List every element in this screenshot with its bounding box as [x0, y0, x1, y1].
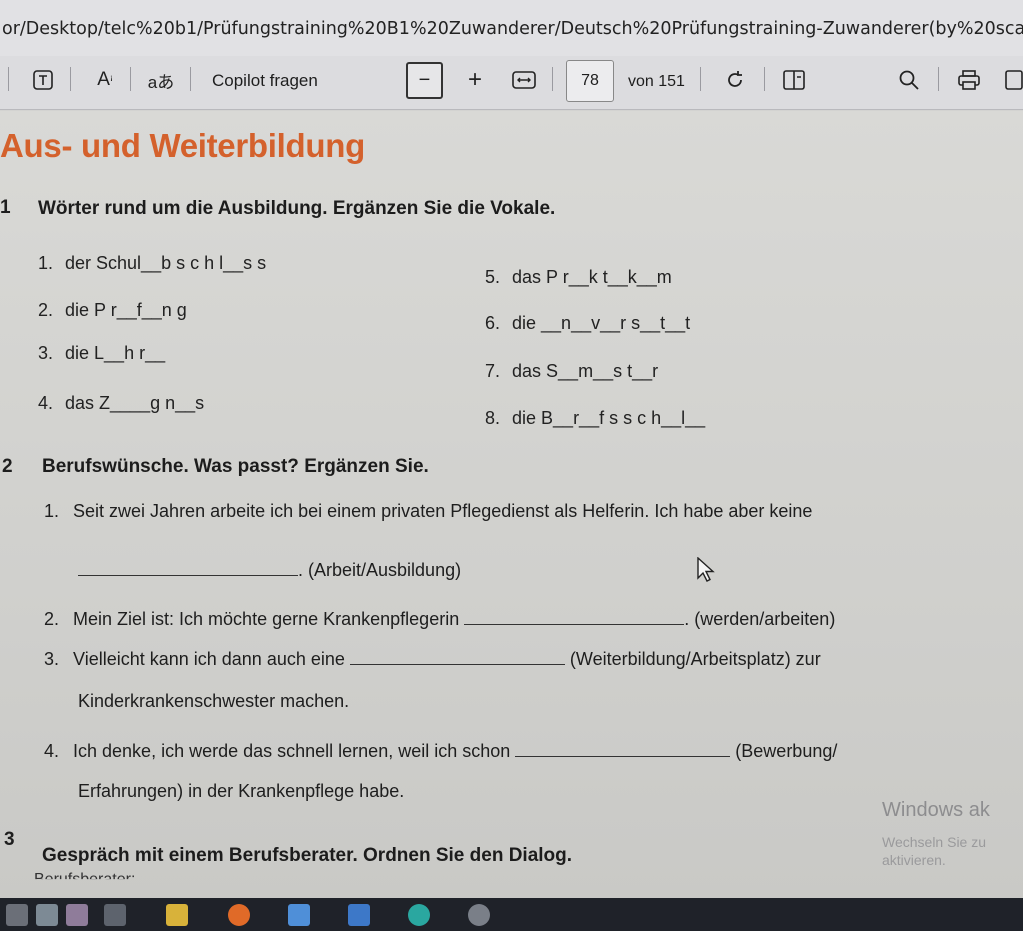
search-icon[interactable] — [895, 66, 923, 94]
file-explorer-icon[interactable] — [166, 904, 188, 926]
exercise-number: 3 — [4, 829, 15, 850]
toolbar-separator — [8, 67, 9, 91]
answer-blank — [349, 663, 565, 665]
sentence: 2. Mein Ziel ist: Ich möchte gerne Kranke… — [44, 609, 836, 629]
zoom-out-button[interactable]: − — [406, 62, 443, 99]
list-item: 6. die __n__v__r s__t__t — [485, 313, 691, 333]
list-item: 3. die L__h r__ — [38, 343, 166, 363]
toolbar-separator — [130, 67, 131, 91]
app-icon[interactable] — [6, 904, 28, 926]
exercise-number: 2 — [2, 456, 13, 477]
sentence: Kinderkrankenschwester machen. — [78, 691, 350, 711]
app-icon[interactable] — [36, 904, 58, 926]
page-title: Aus- und Weiterbildung — [0, 127, 365, 164]
copilot-button[interactable]: Copilot fragen — [212, 71, 318, 91]
url-text: or/Desktop/telc%20b1/Prüfungstraining%20… — [2, 19, 1023, 39]
sentence: 1. Seit zwei Jahren arbeite ich bei einem… — [44, 501, 813, 521]
pdf-toolbar: Aꜟ aあ Copilot fragen − + 78 von 151 — [0, 56, 1023, 110]
mail-icon[interactable] — [348, 904, 370, 926]
browser-icon[interactable] — [228, 904, 250, 926]
task-view-icon[interactable] — [104, 904, 126, 926]
store-icon[interactable] — [288, 904, 310, 926]
activation-watermark: Windows ak — [882, 799, 990, 821]
app-icon[interactable] — [468, 904, 490, 926]
sentence: . (Arbeit/Ausbildung) — [78, 560, 461, 581]
fit-width-icon[interactable] — [510, 68, 538, 92]
taskbar — [0, 898, 1023, 931]
sentence: 3. Vielleicht kann ich dann auch eine (We… — [44, 649, 821, 669]
list-item: 7. das S__m__s t__r — [485, 361, 659, 381]
text-icon[interactable] — [30, 67, 56, 93]
activation-watermark-sub: Wechseln Sie zu aktivieren. — [882, 834, 987, 868]
toolbar-separator — [938, 67, 939, 91]
list-item: 2. die P r__f__n g — [38, 300, 187, 320]
page-view-icon[interactable] — [780, 67, 808, 93]
sentence: Erfahrungen) in der Krankenpflege habe. — [78, 781, 405, 801]
translate-icon[interactable]: aあ — [146, 67, 176, 93]
toolbar-separator — [70, 67, 71, 91]
toolbar-separator — [190, 67, 191, 91]
address-bar[interactable]: or/Desktop/telc%20b1/Prüfungstraining%20… — [0, 0, 1023, 56]
list-item: 1. der Schul__b s c h l__s s — [38, 253, 267, 273]
list-item: 5. das P r__k t__k__m — [485, 267, 672, 287]
answer-blank — [515, 755, 731, 757]
rotate-icon[interactable] — [720, 66, 750, 94]
list-item: 4. das Z____g n__s — [38, 393, 205, 413]
sentence: 4. Ich denke, ich werde das schnell lerne… — [44, 741, 838, 761]
zoom-in-button[interactable]: + — [462, 66, 488, 93]
app-icon[interactable] — [66, 904, 88, 926]
save-icon[interactable] — [1003, 66, 1023, 94]
exercise-title: Gespräch mit einem Berufsberater. Ordnen… — [42, 845, 573, 866]
toolbar-separator — [700, 67, 701, 91]
toolbar-separator — [764, 67, 765, 91]
exercise-title: Wörter rund um die Ausbildung. Ergänzen … — [38, 198, 556, 219]
answer-blank — [464, 623, 685, 625]
exercise-number: 1 — [0, 197, 11, 218]
exercise-title: Berufswünsche. Was passt? Ergänzen Sie. — [42, 456, 429, 477]
read-aloud-icon[interactable]: Aꜟ — [90, 66, 120, 94]
edge-icon[interactable] — [408, 904, 430, 926]
page-number-input[interactable]: 78 — [566, 60, 614, 102]
pdf-page: Aus- und Weiterbildung 1 Wörter rund um … — [0, 111, 1023, 898]
toolbar-separator — [552, 67, 553, 91]
page-total-label: von 151 — [628, 73, 685, 90]
cutoff-label: Berufsberater: — [34, 871, 136, 888]
list-item: 8. die B__r__f s s c h__l__ — [485, 408, 706, 428]
answer-blank — [78, 574, 298, 576]
print-icon[interactable] — [955, 66, 983, 94]
